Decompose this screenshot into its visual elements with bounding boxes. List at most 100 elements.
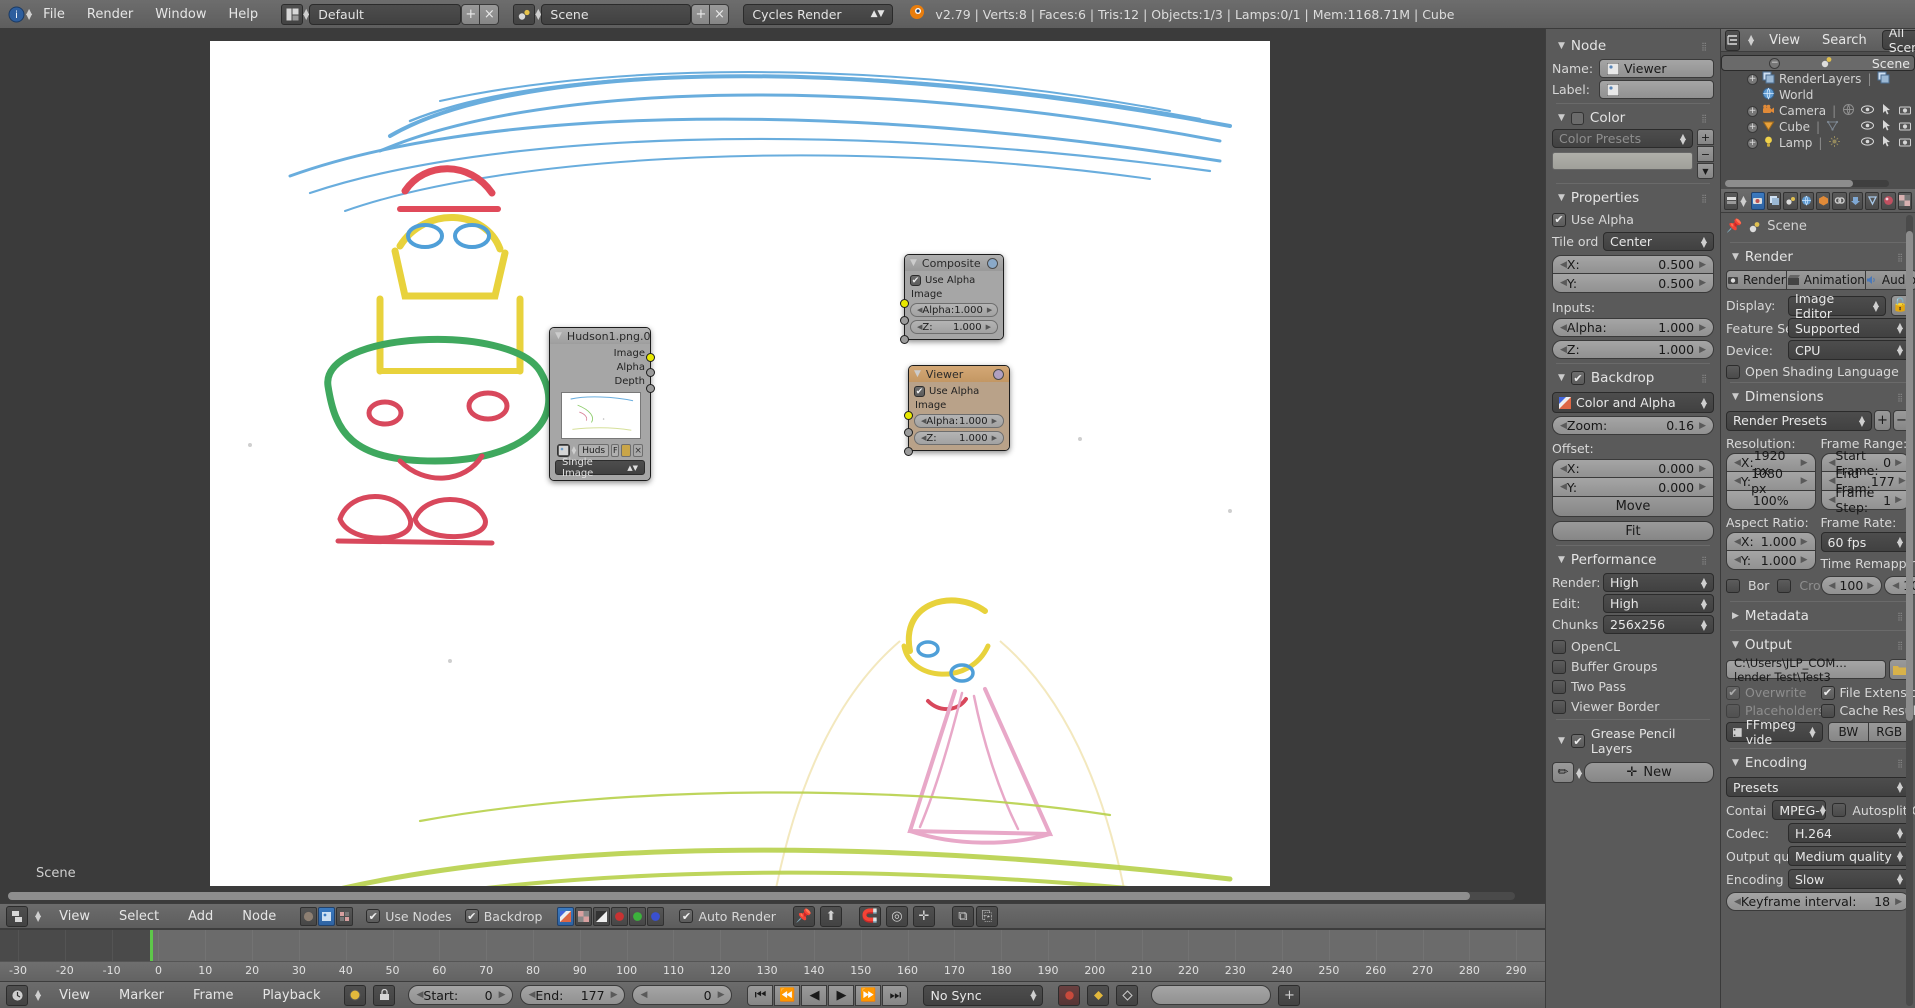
input-z-field[interactable]: ◀ Z: 1.000 ▶ bbox=[1552, 340, 1714, 359]
viewer-use-alpha-row[interactable]: ✔ Use Alpha bbox=[914, 386, 1004, 397]
use-nodes-toggle[interactable]: ✔ Use Nodes bbox=[366, 909, 452, 924]
arrow-left-icon[interactable]: ◀ bbox=[1734, 476, 1741, 486]
tab-render-layers[interactable] bbox=[1766, 191, 1782, 210]
cache-result-row[interactable]: Cache Result bbox=[1820, 703, 1915, 718]
node-menu-select[interactable]: Select bbox=[108, 909, 170, 924]
arrow-right-icon[interactable]: ▶ bbox=[1699, 260, 1706, 270]
editor-type-icon[interactable] bbox=[6, 905, 28, 927]
node-viewer-header[interactable]: ▼ Viewer bbox=[909, 366, 1009, 382]
backdrop-x-field[interactable]: ◀ X: 0.000 ▶ bbox=[1552, 459, 1714, 478]
arrow-right-icon[interactable]: ▶ bbox=[611, 990, 618, 1000]
color-swatch-field[interactable] bbox=[1552, 152, 1693, 170]
node-menu-view[interactable]: View bbox=[48, 909, 101, 924]
node-image-header[interactable]: ▼ Hudson1.png.0 bbox=[550, 328, 651, 344]
backdrop-move-button[interactable]: Move bbox=[1552, 497, 1714, 517]
arrow-left-icon[interactable]: ◀ bbox=[1734, 555, 1741, 565]
screen-layout-field[interactable]: Default bbox=[309, 3, 462, 25]
outliner-row-world[interactable]: World bbox=[1721, 87, 1915, 103]
arrow-right-icon[interactable]: ▶ bbox=[1801, 555, 1808, 565]
arrow-left-icon[interactable]: ◀ bbox=[1560, 482, 1567, 492]
backdrop-fit-button[interactable]: Fit bbox=[1552, 521, 1714, 541]
add-scene-button[interactable]: + bbox=[691, 3, 711, 25]
editor-type-arrows[interactable]: ▲ ▼ bbox=[35, 910, 41, 923]
channel-blue-icon[interactable] bbox=[647, 906, 665, 926]
properties-editor-type-icon[interactable] bbox=[1724, 191, 1739, 210]
triangle-down-icon[interactable]: ▼ bbox=[1558, 736, 1565, 746]
outliner-row-lamp[interactable]: + Lamp | bbox=[1721, 135, 1915, 151]
timeline-editor-arrows[interactable]: ▲ ▼ bbox=[35, 989, 41, 1002]
render-animation-button[interactable]: Animation bbox=[1786, 270, 1866, 290]
arrow-right-icon[interactable]: ▶ bbox=[1867, 581, 1874, 591]
socket-depth-out[interactable] bbox=[646, 384, 655, 393]
end-frame-field[interactable]: ◀ End: 177 ▶ bbox=[520, 985, 626, 1005]
panel-metadata-header[interactable]: ▶ Metadata ⣿ bbox=[1726, 605, 1910, 627]
device-select[interactable]: CPU ▲ ▼ bbox=[1788, 340, 1910, 360]
tab-constraints[interactable] bbox=[1832, 191, 1847, 210]
socket-image-out[interactable] bbox=[646, 353, 655, 362]
arrow-left-icon[interactable]: ◀ bbox=[416, 990, 423, 1000]
jump-to-end-button[interactable]: ⏭ bbox=[882, 984, 909, 1006]
socket-viewer-alpha-in[interactable] bbox=[904, 428, 913, 437]
arrow-right-icon[interactable]: ▶ bbox=[1801, 476, 1808, 486]
visibility-eye-icon[interactable] bbox=[1861, 137, 1874, 149]
arrow-left-icon[interactable]: ◀ bbox=[1560, 323, 1567, 333]
menu-file[interactable]: File bbox=[32, 7, 76, 22]
crop-checkbox[interactable] bbox=[1777, 578, 1792, 593]
arrow-left-icon[interactable]: ◀ bbox=[1829, 495, 1836, 505]
arrow-right-icon[interactable]: ▶ bbox=[1895, 458, 1902, 468]
resolution-percent-field[interactable]: 100% bbox=[1726, 491, 1816, 510]
aspect-x-field[interactable]: ◀ X: 1.000 ▶ bbox=[1726, 532, 1816, 551]
backdrop-checkbox[interactable]: ✔ bbox=[464, 909, 479, 923]
display-row[interactable]: Display: Image Editor ▲ ▼ 🔓 bbox=[1726, 291, 1910, 321]
perf-chunks-row[interactable]: Chunks 256x256 ▲ ▼ bbox=[1552, 615, 1714, 634]
tile-order-row[interactable]: Tile ord Center ▲ ▼ bbox=[1552, 232, 1714, 251]
pin-icon[interactable]: 📌 bbox=[1726, 219, 1742, 234]
viewer-border-checkbox[interactable] bbox=[1552, 699, 1566, 714]
record-keyframe-icon[interactable] bbox=[1058, 984, 1081, 1006]
arrow-left-icon[interactable]: ◀ bbox=[1560, 345, 1567, 355]
paste-node-icon[interactable]: ⎘ bbox=[975, 905, 998, 927]
visibility-eye-icon[interactable] bbox=[1861, 121, 1874, 133]
outliner-editor-type-icon[interactable] bbox=[1725, 29, 1740, 51]
node-menu-node[interactable]: Node bbox=[231, 909, 287, 924]
border-checkbox[interactable] bbox=[1726, 578, 1740, 593]
selectable-cursor-icon[interactable] bbox=[1882, 136, 1891, 150]
keying-set-add-icon[interactable]: + bbox=[1278, 984, 1301, 1006]
node-viewer[interactable]: ▼ Viewer ✔ Use Alpha Image ◀ Alpha: 1.00… bbox=[904, 365, 1010, 456]
autosplit-checkbox[interactable] bbox=[1832, 803, 1847, 817]
arrow-right-icon[interactable]: ▶ bbox=[1895, 495, 1902, 505]
container-select[interactable]: MPEG- ▲ ▼ bbox=[1772, 800, 1827, 820]
arrow-left-icon[interactable]: ◀ bbox=[1560, 464, 1567, 474]
backdrop-zoom-field[interactable]: ◀ Zoom: 0.16 ▶ bbox=[1552, 416, 1714, 435]
outliner-row-cube[interactable]: + Cube | bbox=[1721, 119, 1915, 135]
fake-user-button[interactable]: F bbox=[611, 444, 620, 457]
socket-viewer-image-in[interactable] bbox=[904, 411, 913, 420]
composite-alpha-field[interactable]: ◀ Alpha: 1.000 ▶ bbox=[910, 303, 998, 317]
arrow-left-icon[interactable]: ◀ bbox=[1829, 476, 1836, 486]
node-collapse-icon[interactable]: ▼ bbox=[910, 258, 917, 268]
keyframe-diamond-icon[interactable] bbox=[1087, 984, 1110, 1006]
viewer-border-row[interactable]: Viewer Border bbox=[1552, 699, 1714, 714]
timeline-strip[interactable]: -30 -20 -10 0 10 20 30 40 50 60 70 80 90 100 110 120 130… bbox=[0, 929, 1574, 981]
selectable-cursor-icon[interactable] bbox=[1882, 104, 1891, 118]
triangle-down-icon[interactable]: ▼ bbox=[1732, 758, 1739, 768]
jump-back-button[interactable]: ⏪ bbox=[774, 984, 801, 1006]
image-datablock-arrows[interactable]: ▲ ▼ bbox=[572, 445, 577, 455]
use-alpha-checkbox[interactable]: ✔ bbox=[910, 275, 921, 286]
jump-forward-button[interactable]: ⏩ bbox=[855, 984, 882, 1006]
device-row[interactable]: Device: CPU ▲ ▼ bbox=[1726, 340, 1910, 360]
socket-composite-z-in[interactable] bbox=[900, 335, 909, 344]
timeline-playhead[interactable] bbox=[150, 930, 153, 961]
input-alpha-field[interactable]: ◀ Alpha: 1.000 ▶ bbox=[1552, 318, 1714, 337]
perf-edit-row[interactable]: Edit: High ▲ ▼ bbox=[1552, 594, 1714, 613]
arrow-left-icon[interactable]: ◀ bbox=[1829, 458, 1836, 468]
node-menu-add[interactable]: Add bbox=[177, 909, 224, 924]
tab-scene[interactable] bbox=[1783, 191, 1798, 210]
frame-rate-select[interactable]: 60 fps ▲ ▼ bbox=[1820, 532, 1910, 552]
auto-render-checkbox[interactable]: ✔ bbox=[679, 909, 694, 923]
two-pass-row[interactable]: Two Pass bbox=[1552, 679, 1714, 694]
arrow-right-icon[interactable]: ▶ bbox=[1699, 278, 1706, 288]
arrow-right-icon[interactable]: ▶ bbox=[718, 990, 725, 1000]
perf-render-select[interactable]: High ▲ ▼ bbox=[1603, 573, 1714, 592]
channel-luminance-icon[interactable] bbox=[593, 906, 611, 926]
